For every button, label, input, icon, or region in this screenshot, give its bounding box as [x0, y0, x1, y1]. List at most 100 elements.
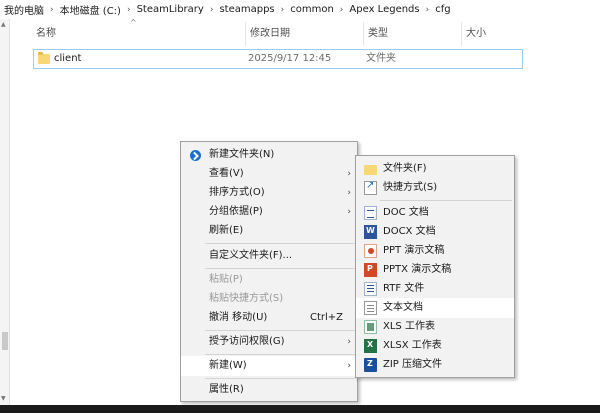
menu-item-label: PPTX 演示文稿 [383, 264, 452, 275]
menu-separator [205, 268, 355, 269]
column-header-type[interactable]: 类型 [364, 22, 462, 46]
breadcrumb: 我的电脑 › 本地磁盘 (C:) › SteamLibrary › steama… [0, 0, 600, 19]
submenu-item-xlsx[interactable]: XLSX 工作表 [356, 336, 514, 356]
submenu-item-docx[interactable]: DOCX 文档 [356, 222, 514, 242]
menu-item-refresh[interactable]: 刷新(E) [181, 221, 357, 241]
menu-item-give-access[interactable]: 授予访问权限(G) › [181, 332, 357, 352]
menu-item-label: 自定义文件夹(F)... [209, 250, 293, 261]
submenu-item-rtf[interactable]: RTF 文件 [356, 279, 514, 299]
submenu-item-text-document[interactable]: 文本文档 [356, 298, 514, 318]
file-row[interactable]: client 2025/9/17 12:45 文件夹 [33, 49, 523, 69]
menu-item-customize-folder[interactable]: 自定义文件夹(F)... [181, 246, 357, 266]
menu-item-label: 撤消 移动(U) [209, 312, 268, 323]
menu-item-label: 新建文件夹(N) [209, 149, 275, 160]
scroll-down-icon[interactable]: ▼ [1, 395, 6, 402]
nav-scrollbar-thumb[interactable] [2, 332, 8, 350]
submenu-item-ppt[interactable]: PPT 演示文稿 [356, 241, 514, 261]
menu-item-label: DOCX 文档 [383, 226, 436, 237]
file-type: 文件夹 [366, 53, 396, 64]
breadcrumb-apex-legends[interactable]: Apex Legends [349, 4, 419, 15]
file-modified: 2025/9/17 12:45 [248, 53, 332, 64]
menu-item-label: 新建(W) [209, 360, 247, 371]
chevron-right-icon: › [347, 188, 351, 198]
menu-separator [205, 330, 355, 331]
chevron-right-icon[interactable]: › [127, 5, 131, 15]
submenu-item-shortcut[interactable]: 快捷方式(S) [356, 178, 514, 198]
breadcrumb-local-disk[interactable]: 本地磁盘 (C:) [60, 2, 121, 17]
menu-item-properties[interactable]: 属性(R) [181, 380, 357, 400]
menu-item-label: 属性(R) [209, 384, 244, 395]
context-menu: 新建文件夹(N) 查看(V) › 排序方式(O) › 分组依据(P) › 刷新(… [180, 141, 358, 402]
menu-item-label: 授予访问权限(G) [209, 336, 285, 347]
menu-item-label: 文件夹(F) [383, 163, 427, 174]
text-file-icon [364, 301, 377, 315]
menu-item-new-folder[interactable]: 新建文件夹(N) [181, 145, 357, 165]
submenu-item-doc[interactable]: DOC 文档 [356, 203, 514, 223]
menu-item-view[interactable]: 查看(V) › [181, 164, 357, 184]
menu-separator [205, 243, 355, 244]
sort-ascending-icon: ^ [130, 18, 137, 27]
word-icon [364, 225, 377, 239]
menu-separator [380, 200, 512, 201]
powerpoint-icon [364, 263, 377, 277]
menu-item-label: XLSX 工作表 [383, 340, 442, 351]
breadcrumb-steamapps[interactable]: steamapps [219, 4, 274, 15]
chevron-right-icon: › [347, 337, 351, 347]
submenu-item-folder[interactable]: 文件夹(F) [356, 159, 514, 179]
zip-archive-icon [364, 358, 377, 372]
menu-item-label: 刷新(E) [209, 225, 244, 236]
submenu-item-zip[interactable]: ZIP 压缩文件 [356, 355, 514, 375]
menu-item-label: 查看(V) [209, 168, 244, 179]
ppt-file-icon [364, 244, 377, 258]
menu-item-shortcut: Ctrl+Z [309, 312, 343, 323]
column-header-modified[interactable]: 修改日期 [246, 22, 364, 46]
breadcrumb-steamlibrary[interactable]: SteamLibrary [137, 4, 204, 15]
chevron-right-icon: › [347, 169, 351, 179]
xls-file-icon [364, 320, 377, 334]
column-headers: 名称 修改日期 类型 大小 ^ [24, 18, 524, 46]
menu-item-paste-shortcut[interactable]: 粘贴快捷方式(S) [181, 289, 357, 309]
folder-icon [364, 165, 377, 175]
column-header-size[interactable]: 大小 [462, 22, 524, 46]
chevron-right-icon[interactable]: › [281, 5, 285, 15]
new-folder-icon [190, 150, 201, 161]
chevron-right-icon: › [347, 207, 351, 217]
menu-item-label: DOC 文档 [383, 207, 429, 218]
chevron-right-icon: › [347, 361, 351, 371]
menu-item-label: 快捷方式(S) [383, 182, 438, 193]
doc-file-icon [364, 206, 377, 220]
menu-separator [205, 378, 355, 379]
breadcrumb-this-pc[interactable]: 我的电脑 [4, 2, 44, 17]
menu-item-label: 粘贴快捷方式(S) [209, 293, 284, 304]
scroll-up-icon[interactable]: ▲ [1, 21, 6, 28]
breadcrumb-cfg[interactable]: cfg [435, 4, 450, 15]
menu-separator [205, 354, 355, 355]
excel-icon [364, 339, 377, 353]
breadcrumb-common[interactable]: common [290, 4, 334, 15]
submenu-item-pptx[interactable]: PPTX 演示文稿 [356, 260, 514, 280]
taskbar-edge [0, 405, 600, 413]
menu-item-label: 排序方式(O) [209, 187, 265, 198]
menu-item-label: PPT 演示文稿 [383, 245, 445, 256]
column-header-name[interactable]: 名称 [32, 22, 246, 46]
menu-item-new[interactable]: 新建(W) › [181, 356, 357, 376]
menu-item-label: XLS 工作表 [383, 321, 435, 332]
menu-item-paste[interactable]: 粘贴(P) [181, 270, 357, 290]
menu-item-sort-by[interactable]: 排序方式(O) › [181, 183, 357, 203]
folder-icon [38, 52, 50, 64]
chevron-right-icon[interactable]: › [340, 5, 344, 15]
menu-item-label: 文本文档 [383, 302, 423, 313]
submenu-item-xls[interactable]: XLS 工作表 [356, 317, 514, 337]
navigation-pane[interactable]: ▲ ▼ [0, 19, 10, 413]
menu-item-undo-move[interactable]: 撤消 移动(U) Ctrl+Z [181, 308, 357, 328]
shortcut-icon [364, 180, 377, 195]
chevron-right-icon[interactable]: › [210, 5, 214, 15]
file-name: client [54, 53, 82, 64]
menu-item-label: ZIP 压缩文件 [383, 359, 443, 370]
chevron-right-icon[interactable]: › [50, 5, 54, 15]
menu-item-label: 粘贴(P) [209, 274, 243, 285]
menu-item-group-by[interactable]: 分组依据(P) › [181, 202, 357, 222]
chevron-right-icon[interactable]: › [426, 5, 430, 15]
new-submenu: 文件夹(F) 快捷方式(S) DOC 文档 DOCX 文档 PPT 演示文稿 P… [355, 155, 515, 378]
rtf-file-icon [364, 282, 377, 296]
